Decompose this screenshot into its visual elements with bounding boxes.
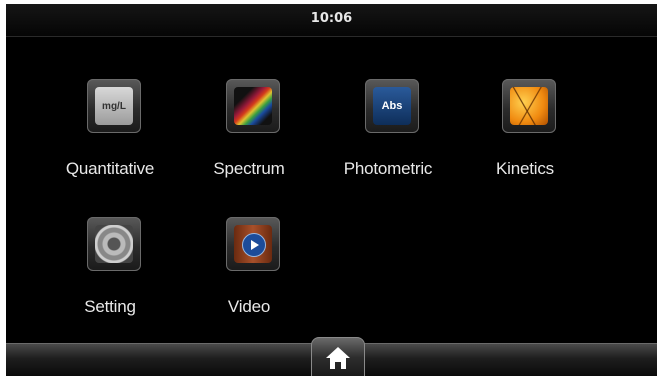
home-button[interactable] [311,337,365,376]
app-icon-frame: mg/L [87,79,141,133]
app-photometric[interactable]: Abs Photometric [323,79,453,189]
device-screen: 10:06 mg/L Quantitative Spectrum Abs Pho… [6,4,657,376]
app-kinetics[interactable]: Kinetics [460,79,590,189]
play-icon [242,233,266,257]
app-label: Photometric [343,159,433,178]
app-icon-frame [87,217,141,271]
app-icon-frame [226,217,280,271]
gear-icon [95,225,133,263]
status-bar: 10:06 [6,4,657,37]
mg-per-liter-icon: mg/L [95,87,133,125]
video-play-icon [234,225,272,263]
app-quantitative[interactable]: mg/L Quantitative [45,79,175,189]
app-video[interactable]: Video [184,217,314,327]
home-icon [326,347,350,369]
spectrum-icon [234,87,272,125]
app-spectrum[interactable]: Spectrum [184,79,314,189]
app-label: Setting [84,297,136,316]
app-icon-frame [226,79,280,133]
app-label: Kinetics [496,159,554,178]
abs-icon: Abs [373,87,411,125]
app-label: Spectrum [213,159,285,178]
app-label: Video [227,297,271,316]
app-setting[interactable]: Setting [45,217,175,327]
kinetics-icon [510,87,548,125]
app-icon-frame [502,79,556,133]
clock: 10:06 [310,11,353,26]
app-label: Quantitative [65,159,155,178]
app-icon-frame: Abs [365,79,419,133]
